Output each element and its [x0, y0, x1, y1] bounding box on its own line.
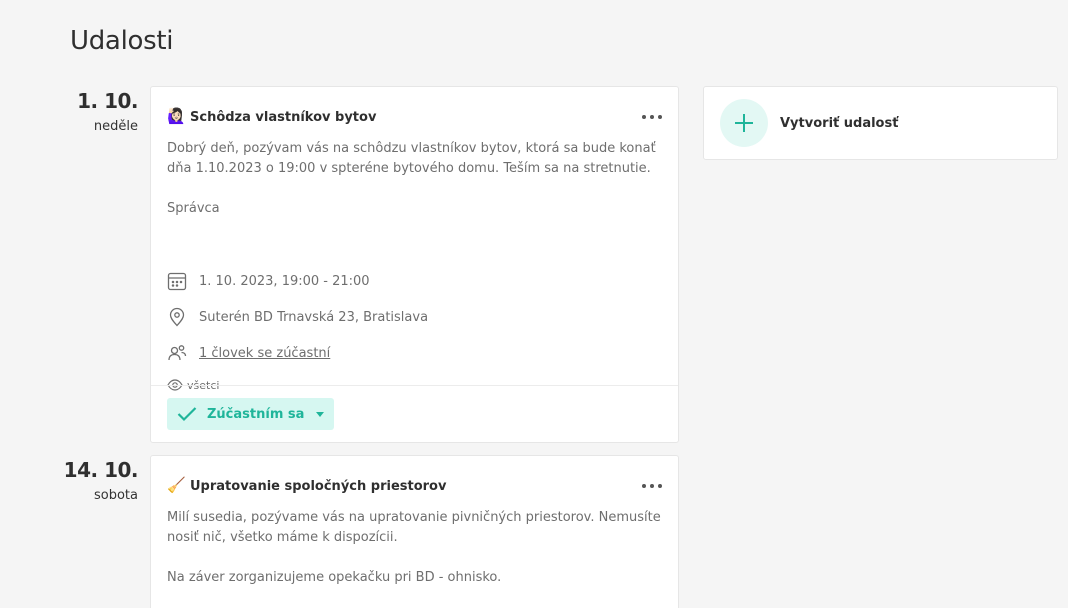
more-options-button[interactable]	[642, 109, 662, 125]
event-date: 14. 10. sobota	[0, 458, 139, 503]
event-location-row: Suterén BD Trnavská 23, Bratislava	[151, 299, 678, 335]
event-card[interactable]: 🧹 Upratovanie spoločných priestorov Milí…	[150, 455, 679, 608]
calendar-icon	[167, 272, 187, 291]
event-location: Suterén BD Trnavská 23, Bratislava	[199, 309, 429, 325]
event-date-number: 14. 10.	[63, 458, 139, 482]
create-event-label: Vytvoriť udalosť	[780, 115, 899, 131]
page-title: Udalosti	[70, 26, 174, 56]
attend-button-label: Zúčastním sa	[207, 406, 305, 422]
event-description: Milí susedia, pozývame vás na upratovani…	[167, 510, 661, 585]
people-icon	[168, 345, 187, 361]
event-weekday: sobota	[94, 488, 138, 503]
event-title: Schôdza vlastníkov bytov	[190, 109, 377, 125]
event-attendees-row: 1 človek se zúčastní	[151, 335, 678, 371]
event-datetime: 1. 10. 2023, 19:00 - 21:00	[199, 273, 370, 289]
plus-icon	[720, 99, 768, 147]
event-date-number: 1. 10.	[77, 89, 138, 113]
event-emoji-icon: 🧹	[167, 475, 186, 494]
location-pin-icon	[169, 307, 185, 327]
event-description: Dobrý deň, pozývam vás na schôdzu vlastn…	[167, 141, 656, 216]
event-datetime-row: 1. 10. 2023, 19:00 - 21:00	[151, 263, 678, 299]
event-title: Upratovanie spoločných priestorov	[190, 478, 447, 494]
attend-button[interactable]: Zúčastním sa	[167, 398, 335, 430]
attendees-link[interactable]: 1 človek se zúčastní	[199, 346, 330, 361]
event-card[interactable]: 🙋🏻‍♀️ Schôdza vlastníkov bytov Dobrý deň…	[150, 86, 679, 443]
chevron-down-icon	[316, 411, 325, 417]
more-options-button[interactable]	[642, 478, 662, 494]
event-date: 1. 10. neděle	[0, 89, 138, 134]
check-icon	[177, 407, 197, 422]
event-emoji-icon: 🙋🏻‍♀️	[167, 106, 186, 125]
create-event-button[interactable]: Vytvoriť udalosť	[703, 86, 1058, 160]
event-weekday: neděle	[93, 119, 138, 134]
